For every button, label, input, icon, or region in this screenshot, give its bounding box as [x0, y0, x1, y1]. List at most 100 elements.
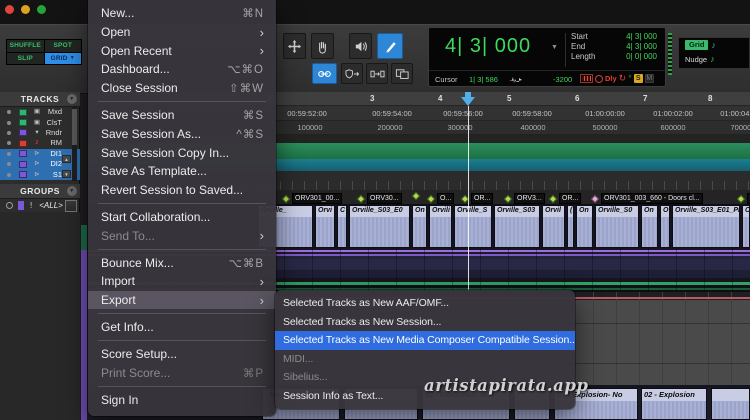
main-counter-value[interactable]: 4| 3| 000 [445, 35, 531, 58]
scrollbar-thumb[interactable] [72, 109, 77, 145]
menu-item-shortcut: ⌘P [242, 367, 264, 380]
length-value[interactable]: 0| 0| 000 [626, 52, 657, 62]
marker-or[interactable]: OR... [460, 193, 494, 204]
playback-shield-button[interactable] [341, 63, 363, 84]
submenu-item-selected-tracks-as-new-session[interactable]: Selected Tracks as New Session... [275, 313, 575, 332]
menu-item-get-info[interactable]: Get Info... [88, 318, 276, 337]
grid-note-icon[interactable]: ♪ [711, 40, 716, 50]
scrubber-tool-button[interactable] [349, 33, 372, 59]
dual-windows-button[interactable] [391, 63, 413, 84]
start-value[interactable]: 4| 3| 000 [626, 32, 657, 42]
track-list-scrollbar[interactable] [72, 107, 77, 181]
end-value[interactable]: 4| 3| 000 [626, 42, 657, 52]
clip-orville-s03-e0[interactable]: Orville_S03_E0 [349, 205, 410, 248]
nudge-note-icon[interactable]: ♪ [710, 54, 715, 64]
mute-indicator[interactable]: M [644, 74, 654, 83]
clip-o[interactable]: O [742, 205, 750, 248]
submenu-item-selected-tracks-as-new-aaf-omf[interactable]: Selected Tracks as New AAF/OMF... [275, 294, 575, 313]
clip-orvili[interactable]: Orvili [429, 205, 452, 248]
clip-c[interactable]: C [337, 205, 347, 248]
menu-item-save-session[interactable]: Save Session ⌘S [88, 106, 276, 125]
mode-button-shuffle[interactable]: SHUFFLE [7, 40, 44, 52]
close-window-button[interactable] [5, 5, 14, 14]
menu-item-dashboard[interactable]: Dashboard... ⌥⌘O [88, 60, 276, 79]
clip-item[interactable] [711, 388, 750, 420]
menu-item-bounce-mix[interactable]: Bounce Mix... ⌥⌘B [88, 253, 276, 272]
grid-value-chip[interactable]: Grid [685, 40, 709, 50]
marker-or[interactable]: OR... [548, 193, 582, 204]
counter-dropdown-icon[interactable]: ▼ [551, 44, 558, 51]
track-row-rm[interactable]: ᴢ RM [0, 138, 80, 148]
clip-on[interactable]: On [576, 205, 593, 248]
clip-on[interactable]: On [412, 205, 427, 248]
trim-tool-button[interactable] [283, 33, 306, 59]
zoom-window-button[interactable] [37, 5, 46, 14]
marker-item[interactable] [411, 191, 421, 201]
playhead-line [468, 106, 469, 292]
clip-orville-s03-e01-pri[interactable]: Orville_S03_E01_Pri [672, 205, 740, 248]
track-row-rndr[interactable]: ▾ Rndr [0, 128, 80, 138]
submenu-item-selected-tracks-as-new-media-composer-compatible-session[interactable]: Selected Tracks as New Media Composer Co… [275, 331, 575, 350]
menu-item-export[interactable]: Export › [88, 290, 276, 310]
clip-orville-s03[interactable]: Orville_S03 [494, 205, 540, 248]
track-dot-icon [7, 130, 11, 135]
solo-indicator[interactable]: S [633, 74, 643, 83]
group-item-all[interactable]: ! <ALL> [0, 199, 80, 212]
group-icon[interactable] [65, 199, 77, 212]
playhead-icon[interactable] [461, 97, 475, 106]
marker-label: OR... [559, 193, 582, 204]
clip-waveform [743, 217, 749, 247]
tracks-menu-button[interactable]: ▼ [67, 94, 77, 104]
link-selection-button[interactable] [312, 63, 337, 84]
clip-o[interactable]: O [660, 205, 670, 248]
clip-orville-s0[interactable]: Orville_S0 [595, 205, 639, 248]
menu-item-revert-session-to-saved[interactable]: Revert Session to Saved... [88, 181, 276, 200]
marker-o[interactable]: O... [736, 193, 750, 204]
groups-menu-button[interactable]: ▼ [67, 186, 77, 196]
insertion-follows-button[interactable] [366, 63, 388, 84]
track-color-chip [19, 119, 27, 127]
menu-item-start-collaboration[interactable]: Start Collaboration... [88, 208, 276, 227]
marker-orv3[interactable]: ORV3... [503, 193, 545, 204]
mode-button-slip[interactable]: SLIP [7, 52, 44, 64]
track-row-clst[interactable]: ▣ ClsT [0, 117, 80, 127]
minimize-window-button[interactable] [21, 5, 30, 14]
sample-label: 600000 [660, 123, 686, 132]
menu-item-save-session-copy-in[interactable]: Save Session Copy In... [88, 143, 276, 162]
mode-button-spot[interactable]: SPOT [44, 40, 81, 52]
scroll-down-button[interactable]: ▼ [62, 170, 71, 178]
track-row-mxd[interactable]: ▣ Mxd [0, 107, 80, 117]
submenu-arrow-icon: › [259, 43, 264, 59]
menu-item-score-setup[interactable]: Score Setup... [88, 345, 276, 364]
edge-track-color-green [81, 225, 87, 250]
menu-item-save-session-as[interactable]: Save Session As... ^⌘S [88, 125, 276, 144]
menu-item-close-session[interactable]: Close Session ⇧⌘W [88, 79, 276, 98]
marker-orv301-00[interactable]: ORV301_00... [281, 193, 343, 204]
loop-arrow-icon[interactable]: ↻ [619, 74, 627, 83]
menu-item-open-recent[interactable]: Open Recent › [88, 41, 276, 60]
grabber-tool-button[interactable] [311, 33, 334, 59]
menu-item-open[interactable]: Open › [88, 23, 276, 42]
timebase-clock-icon[interactable] [595, 74, 603, 83]
clip-orvil[interactable]: Orvil [542, 205, 565, 248]
menu-item-sign-in[interactable]: Sign In [88, 391, 276, 410]
menu-item-import[interactable]: Import › [88, 272, 276, 291]
clip-orville-s[interactable]: Orville_S [454, 205, 492, 248]
clip-orvi[interactable]: Orvi [315, 205, 335, 248]
clip-unnamed[interactable]: ( [567, 205, 574, 248]
timecode-label: 01:00:00:00 [585, 109, 625, 118]
delay-indicator[interactable]: Dly [605, 74, 617, 83]
pencil-tool-button[interactable] [377, 33, 403, 59]
menu-item-new[interactable]: New... ⌘N [88, 4, 276, 23]
marker-orv30[interactable]: ORV30... [356, 193, 402, 204]
clip-on[interactable]: On [641, 205, 658, 248]
track-dot-icon [7, 172, 11, 177]
clip-02-explosion[interactable]: 02 - Explosion [641, 388, 707, 420]
scroll-up-button[interactable]: ▲ [62, 155, 71, 163]
elastic-audio-icon[interactable] [580, 74, 593, 83]
marker-o[interactable]: O... [426, 193, 455, 204]
mode-button-grid[interactable]: GRID ▼ [44, 52, 81, 64]
marker-orv301-003-660-doors-cl[interactable]: ORV301_003_660 - Doors cl... [590, 193, 703, 204]
menu-item-save-as-template[interactable]: Save As Template... [88, 162, 276, 181]
edit-mode-cluster: SHUFFLE SPOT SLIP GRID ▼ [6, 39, 82, 65]
